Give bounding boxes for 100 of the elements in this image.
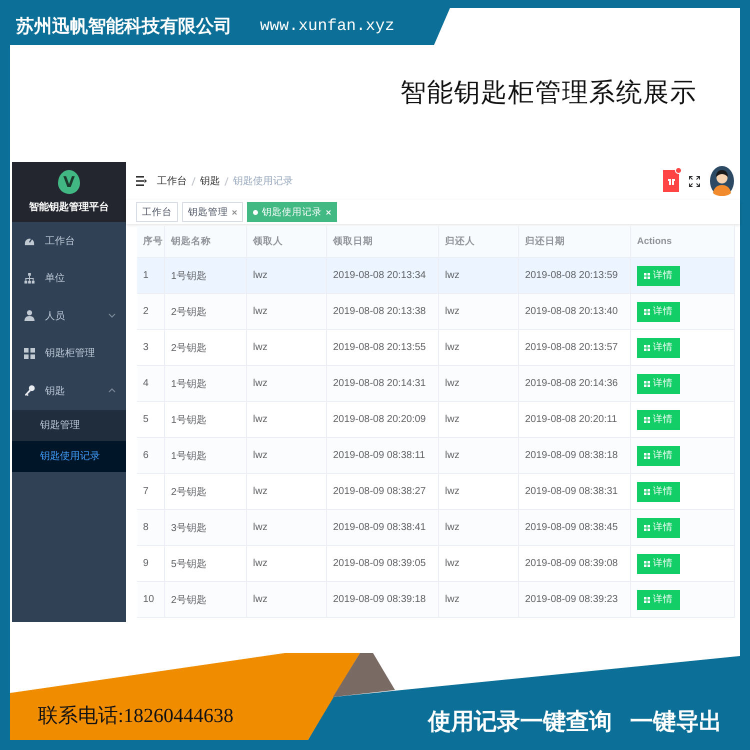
table-cell: 2019-08-09 08:38:45 [519,510,631,546]
table-cell: 2019-08-08 20:14:36 [519,366,631,402]
breadcrumb-item[interactable]: 钥匙 [200,174,220,188]
table-cell: 1号钥匙 [165,366,247,402]
grid-icon [644,596,650,602]
column-header: 领取日期 [327,226,439,258]
submenu-item[interactable]: 钥匙管理 [12,410,126,440]
table-cell: 2019-08-08 20:13:57 [519,330,631,366]
table-cell: lwz [439,366,519,402]
menu-icon[interactable] [136,176,147,186]
table-cell: 2019-08-08 20:13:59 [519,258,631,294]
logo: V [58,170,80,194]
sidebar-item[interactable]: 钥匙柜管理 [12,334,126,372]
table-cell: lwz [439,402,519,438]
table-cell: lwz [439,546,519,582]
table-cell: 2019-08-09 08:38:27 [327,474,439,510]
table-cell: 7 [137,474,165,510]
table-cell: 2019-08-09 08:38:18 [519,438,631,474]
table-cell: 2 [137,294,165,330]
table-cell: lwz [247,582,327,618]
fold-shadow [333,653,395,697]
table-cell: lwz [247,402,327,438]
table-cell: 2号钥匙 [165,474,247,510]
table-cell: lwz [439,510,519,546]
table-cell: 2019-08-08 20:13:38 [327,294,439,330]
table-cell: 2019-08-08 20:20:09 [327,402,439,438]
table-cell: 2号钥匙 [165,330,247,366]
tab[interactable]: 工作台 [136,202,178,222]
grid-icon [644,272,650,278]
notification-button[interactable] [663,170,679,192]
sidebar-item[interactable]: 人员 [12,297,126,334]
column-header: 归还人 [439,226,519,258]
grid-icon [24,348,35,359]
table-cell: 2019-08-09 08:38:31 [519,474,631,510]
table-cell: lwz [247,474,327,510]
table-cell: 2号钥匙 [165,294,247,330]
table-cell: 2019-08-09 08:39:08 [519,546,631,582]
sidebar-item[interactable]: 工作台 [12,222,126,260]
close-icon[interactable] [232,210,237,214]
column-header: 领取人 [247,226,327,258]
table-cell: 2019-08-09 08:38:41 [327,510,439,546]
grid-icon [644,416,650,422]
sidebar-item[interactable]: 单位 [12,260,126,297]
submenu-item[interactable]: 钥匙使用记录 [12,440,126,472]
table-cell: 1号钥匙 [165,402,247,438]
table-cell: 2019-08-09 08:39:05 [327,546,439,582]
column-header: 序号 [137,226,165,258]
table-cell: 2019-08-09 08:38:11 [327,438,439,474]
table-cell: 1号钥匙 [165,438,247,474]
table-cell: lwz [247,510,327,546]
breadcrumb-item: 钥匙使用记录 [233,175,293,188]
fullscreen-icon[interactable] [689,176,700,186]
grid-icon [644,452,650,458]
table-cell: lwz [439,294,519,330]
table-cell: 8 [137,510,165,546]
grid-icon [644,488,650,494]
avatar[interactable] [710,166,734,196]
company-name: 苏州迅帆智能科技有限公司 [16,14,232,38]
column-header: Actions [631,226,735,258]
table-cell: 2019-08-08 20:13:40 [519,294,631,330]
grid-icon [644,380,650,386]
sidebar-item[interactable]: 钥匙 [12,372,126,410]
table-cell: 9 [137,546,165,582]
table-cell: 6 [137,438,165,474]
slogan: 使用记录一键查询 [428,708,612,736]
table-cell: lwz [439,582,519,618]
slogan: 一键导出 [630,708,722,736]
table-cell: 5号钥匙 [165,546,247,582]
column-header: 归还日期 [519,226,631,258]
page-title: 智能钥匙柜管理系统展示 [400,77,697,110]
grid-icon [644,560,650,566]
table-cell: lwz [247,258,327,294]
table-cell: lwz [247,366,327,402]
table-cell: lwz [247,294,327,330]
tab[interactable]: 钥匙管理 [182,202,243,222]
table-cell: lwz [439,438,519,474]
breadcrumb-item[interactable]: 工作台 [157,174,187,188]
table-cell: 5 [137,402,165,438]
key-icon [24,385,35,396]
table-cell: 2019-08-08 20:13:34 [327,258,439,294]
sitemap-icon [24,272,35,284]
gift-icon [668,177,674,185]
grid-icon [644,524,650,530]
table-cell: 2019-08-08 20:13:55 [327,330,439,366]
table-cell: 2019-08-09 08:39:23 [519,582,631,618]
table-cell: 1号钥匙 [165,258,247,294]
column-header: 钥匙名称 [165,226,247,258]
grid-icon [644,308,650,314]
table-cell: 4 [137,366,165,402]
table-cell: 2号钥匙 [165,582,247,618]
table-cell: 2019-08-08 20:14:31 [327,366,439,402]
table-cell: lwz [247,438,327,474]
platform-name: 智能钥匙管理平台 [29,200,109,214]
user-icon [24,310,35,322]
table-cell: 2019-08-08 20:20:11 [519,402,631,438]
table-cell: lwz [439,330,519,366]
table-cell: lwz [439,474,519,510]
table-cell: lwz [247,330,327,366]
table-cell: lwz [247,546,327,582]
contact-phone: 联系电话:18260444638 [38,704,234,728]
